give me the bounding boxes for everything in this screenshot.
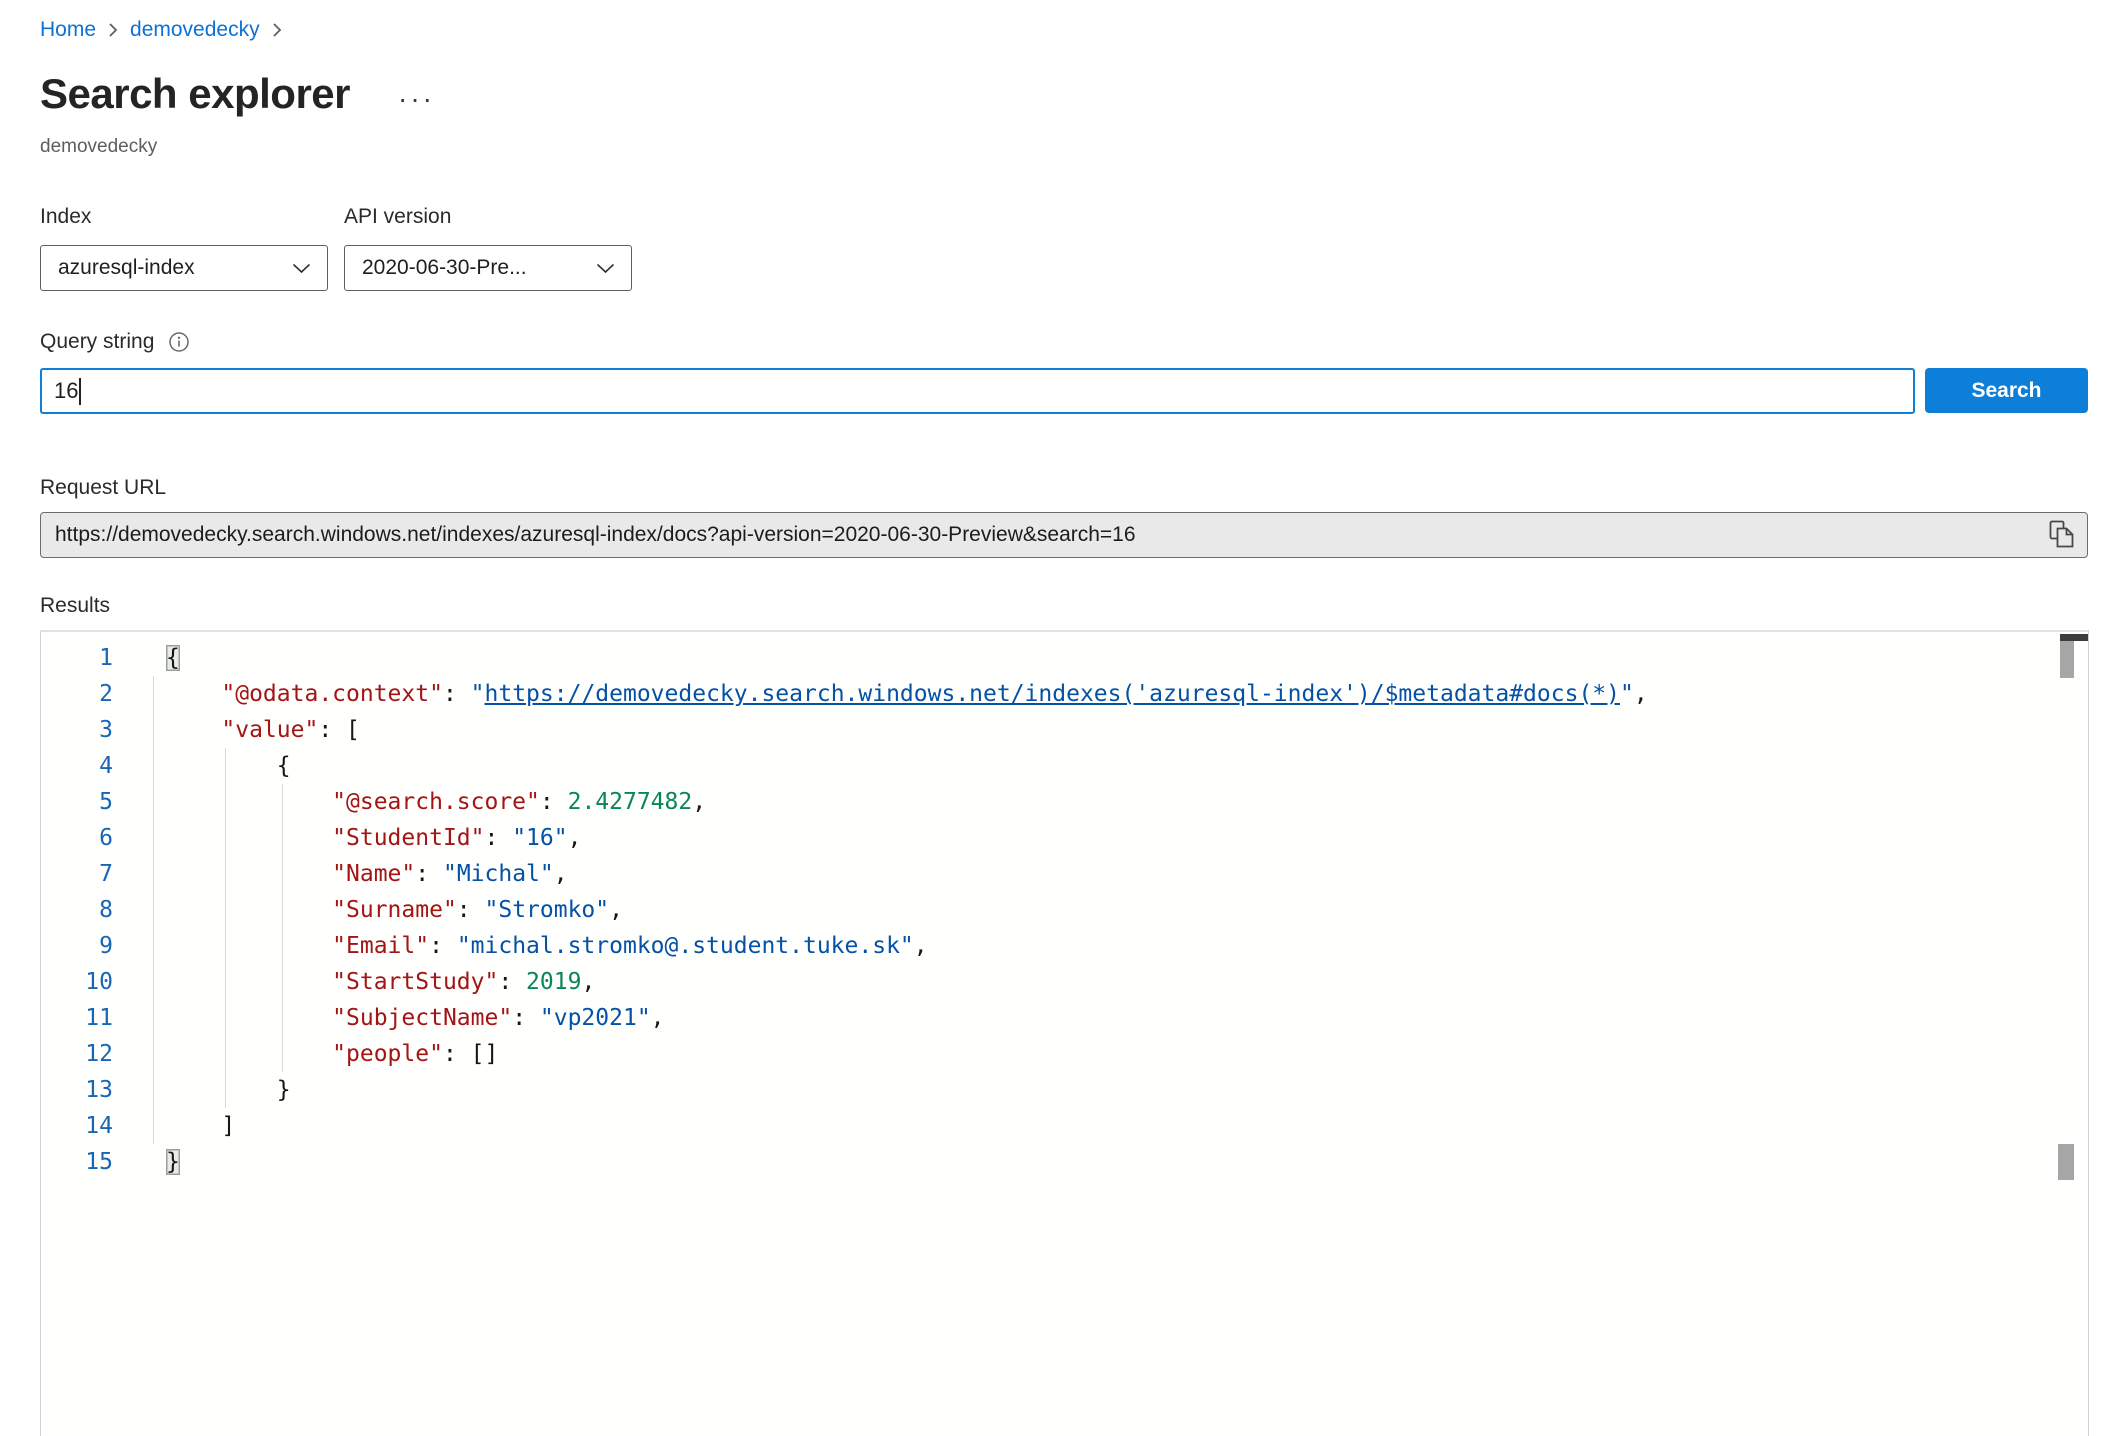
page-title: Search explorer bbox=[40, 70, 350, 118]
line-number: 12 bbox=[41, 1036, 113, 1072]
copy-icon[interactable] bbox=[2047, 520, 2077, 550]
code-line: 13 } bbox=[41, 1072, 2088, 1108]
code-line: 9 "Email": "michal.stromko@.student.tuke… bbox=[41, 928, 2088, 964]
line-number: 5 bbox=[41, 784, 113, 820]
api-version-label: API version bbox=[344, 205, 632, 229]
line-number: 4 bbox=[41, 748, 113, 784]
more-options-button[interactable]: ··· bbox=[398, 75, 435, 113]
page-subtitle: demovedecky bbox=[40, 136, 157, 158]
text-cursor bbox=[79, 378, 81, 405]
api-version-dropdown[interactable]: 2020-06-30-Pre... bbox=[344, 245, 632, 291]
line-number: 14 bbox=[41, 1108, 113, 1144]
code-line: 11 "SubjectName": "vp2021", bbox=[41, 1000, 2088, 1036]
chevron-down-icon bbox=[292, 263, 311, 274]
index-dropdown-value: azuresql-index bbox=[58, 256, 195, 280]
line-number: 2 bbox=[41, 676, 113, 712]
request-url-label: Request URL bbox=[40, 476, 166, 500]
indent-guide bbox=[282, 784, 283, 1072]
line-number: 10 bbox=[41, 964, 113, 1000]
request-url-value: https://demovedecky.search.windows.net/i… bbox=[55, 523, 1136, 547]
code-line: 4 { bbox=[41, 748, 2088, 784]
results-editor[interactable]: 1{2 "@odata.context": "https://demovedec… bbox=[40, 630, 2089, 1436]
line-number: 13 bbox=[41, 1072, 113, 1108]
scrollbar-thumb[interactable] bbox=[2060, 641, 2074, 678]
results-label: Results bbox=[40, 594, 110, 618]
json-link[interactable]: https://demovedecky.search.windows.net/i… bbox=[485, 681, 1620, 707]
code-line: 5 "@search.score": 2.4277482, bbox=[41, 784, 2088, 820]
search-button[interactable]: Search bbox=[1925, 368, 2088, 413]
line-number: 9 bbox=[41, 928, 113, 964]
line-number: 1 bbox=[41, 640, 113, 676]
search-explorer-page: Home demovedecky Search explorer ··· dem… bbox=[0, 0, 2102, 1436]
breadcrumb: Home demovedecky bbox=[40, 18, 282, 42]
line-number: 8 bbox=[41, 892, 113, 928]
index-label: Index bbox=[40, 205, 328, 229]
code-line: 6 "StudentId": "16", bbox=[41, 820, 2088, 856]
code-line: 8 "Surname": "Stromko", bbox=[41, 892, 2088, 928]
chevron-down-icon bbox=[596, 263, 615, 274]
breadcrumb-demovedecky-link[interactable]: demovedecky bbox=[130, 18, 260, 42]
code-line: 12 "people": [] bbox=[41, 1036, 2088, 1072]
line-number: 11 bbox=[41, 1000, 113, 1036]
line-number: 6 bbox=[41, 820, 113, 856]
breadcrumb-home-link[interactable]: Home bbox=[40, 18, 96, 42]
index-dropdown[interactable]: azuresql-index bbox=[40, 245, 328, 291]
code-line: 1{ bbox=[41, 640, 2088, 676]
line-number: 15 bbox=[41, 1144, 113, 1180]
scrollbar-top-shadow bbox=[2060, 634, 2088, 641]
indent-guide bbox=[153, 676, 154, 1144]
chevron-right-icon bbox=[272, 22, 282, 38]
code-line: 15} bbox=[41, 1144, 2088, 1180]
query-string-input[interactable]: 16 bbox=[40, 368, 1915, 414]
api-version-dropdown-value: 2020-06-30-Pre... bbox=[362, 256, 527, 280]
results-json: 1{2 "@odata.context": "https://demovedec… bbox=[41, 632, 2088, 1436]
line-number: 3 bbox=[41, 712, 113, 748]
query-string-value: 16 bbox=[54, 378, 78, 404]
request-url-box: https://demovedecky.search.windows.net/i… bbox=[40, 512, 2088, 558]
code-line: 2 "@odata.context": "https://demovedecky… bbox=[41, 676, 2088, 712]
chevron-right-icon bbox=[108, 22, 118, 38]
code-line: 3 "value": [ bbox=[41, 712, 2088, 748]
overview-ruler-mark bbox=[2058, 1144, 2074, 1180]
indent-guide bbox=[225, 748, 226, 1108]
code-line: 14 ] bbox=[41, 1108, 2088, 1144]
line-number: 7 bbox=[41, 856, 113, 892]
query-string-label: Query string bbox=[40, 330, 154, 354]
code-line: 10 "StartStudy": 2019, bbox=[41, 964, 2088, 1000]
code-line: 7 "Name": "Michal", bbox=[41, 856, 2088, 892]
info-icon[interactable] bbox=[168, 331, 190, 353]
